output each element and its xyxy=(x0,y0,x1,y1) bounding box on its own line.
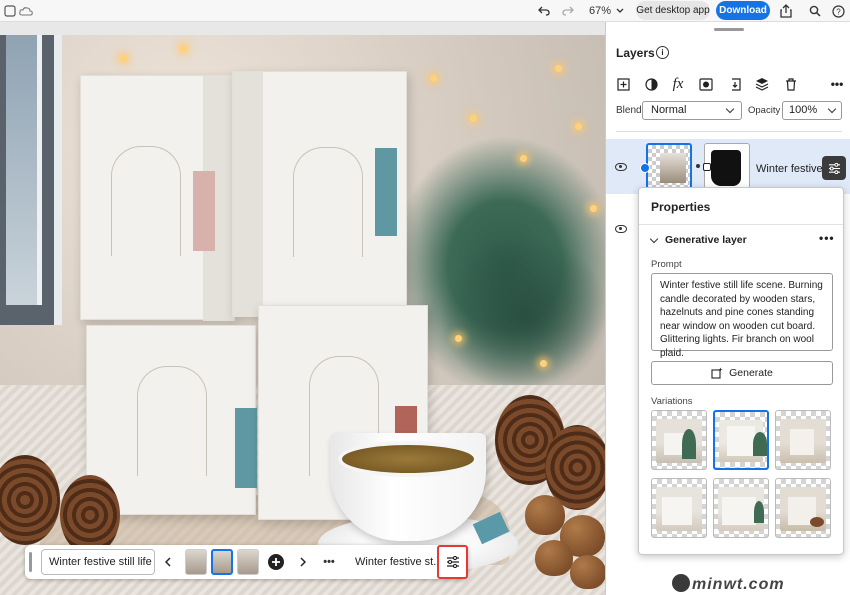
properties-popover: Properties Generative layer ••• Prompt W… xyxy=(638,187,844,555)
canvas-fir-branch-2 xyxy=(440,235,605,395)
watermark-logo-icon xyxy=(672,574,690,592)
share-icon[interactable] xyxy=(778,0,794,22)
layer-properties-button[interactable] xyxy=(822,156,846,180)
variation-thumbnail[interactable] xyxy=(237,549,259,575)
download-button[interactable]: Download xyxy=(716,1,770,20)
canvas-pine-cone xyxy=(60,475,120,555)
prompt-textarea[interactable]: Winter festive still life scene. Burning… xyxy=(651,273,833,359)
adjustment-icon[interactable] xyxy=(642,75,660,93)
canvas-tea xyxy=(338,441,478,477)
top-toolbar: 67% Get desktop app Download ? xyxy=(0,0,850,22)
variation-tile-4[interactable] xyxy=(651,478,707,538)
variation-tile-1[interactable] xyxy=(651,410,707,470)
section-more-button[interactable]: ••• xyxy=(819,231,835,245)
canvas-light xyxy=(575,123,582,130)
cloud-icon[interactable] xyxy=(18,0,34,22)
blend-label: Blend xyxy=(616,105,642,116)
next-variation-button[interactable] xyxy=(297,549,309,575)
undo-icon[interactable] xyxy=(536,0,552,22)
canvas-hazelnut xyxy=(525,495,565,535)
panel-more-button[interactable]: ••• xyxy=(828,75,846,93)
generative-layer-section[interactable]: Generative layer xyxy=(665,234,747,246)
help-icon[interactable]: ? xyxy=(830,0,846,22)
canvas-light xyxy=(520,155,527,162)
link-icon[interactable] xyxy=(696,164,700,168)
add-layer-icon[interactable] xyxy=(614,75,632,93)
mask-icon[interactable] xyxy=(697,75,715,93)
properties-title: Properties xyxy=(651,200,711,214)
canvas-tea-box xyxy=(232,71,407,317)
mask-link-icon xyxy=(703,163,711,171)
panel-drag-handle[interactable] xyxy=(714,28,744,31)
contextual-task-bar: Winter festive still life ... ••• Winter… xyxy=(25,545,468,579)
canvas-light xyxy=(540,360,547,367)
canvas-light xyxy=(590,205,597,212)
sliders-icon xyxy=(446,556,459,568)
generate-label: Generate xyxy=(729,367,773,379)
drag-handle[interactable] xyxy=(29,552,32,572)
layer-label: Winter festive st... xyxy=(355,556,443,568)
visibility-eye-icon[interactable] xyxy=(615,225,627,233)
zoom-dropdown-icon[interactable] xyxy=(614,0,626,22)
canvas-hazelnut xyxy=(570,555,605,589)
variation-tile-3[interactable] xyxy=(775,410,831,470)
chevron-down-icon[interactable] xyxy=(649,234,659,244)
layer-thumbnail[interactable] xyxy=(646,143,692,189)
document-canvas[interactable] xyxy=(0,35,605,595)
svg-text:?: ? xyxy=(836,7,841,16)
divider xyxy=(616,131,842,132)
search-icon[interactable] xyxy=(807,0,823,22)
opacity-label: Opacity xyxy=(748,105,781,116)
variations-label: Variations xyxy=(651,396,693,407)
sliders-icon xyxy=(828,162,840,174)
generative-badge-icon xyxy=(640,163,650,173)
opacity-input[interactable]: 100% xyxy=(782,101,842,120)
variation-tile-6[interactable] xyxy=(775,478,831,538)
canvas-light xyxy=(120,55,127,62)
prompt-label: Prompt xyxy=(651,259,682,270)
info-icon[interactable]: i xyxy=(656,46,669,59)
visibility-eye-icon[interactable] xyxy=(615,163,627,171)
delete-icon[interactable] xyxy=(782,75,800,93)
canvas-light xyxy=(180,45,187,52)
layer-settings-button[interactable] xyxy=(437,545,468,579)
stack-icon[interactable] xyxy=(753,75,771,93)
canvas-hazelnut xyxy=(535,540,573,576)
variation-thumbnail-selected[interactable] xyxy=(211,549,233,575)
canvas-window-scene xyxy=(0,35,62,325)
prompt-field[interactable]: Winter festive still life ... xyxy=(41,549,155,575)
previous-variation-button[interactable] xyxy=(162,549,174,575)
more-options-button[interactable]: ••• xyxy=(319,549,339,575)
import-icon[interactable] xyxy=(725,75,743,93)
divider xyxy=(639,224,843,225)
panel-title: Layers xyxy=(616,46,655,60)
canvas-light xyxy=(555,65,562,72)
app-logo-icon[interactable] xyxy=(3,0,17,22)
variation-tile-5[interactable] xyxy=(713,478,769,538)
variation-tile-2[interactable] xyxy=(713,410,769,470)
blend-mode-select[interactable]: Normal xyxy=(642,101,742,120)
add-variation-button[interactable] xyxy=(265,549,287,575)
zoom-level[interactable]: 67% xyxy=(588,0,612,22)
generate-sparkle-icon xyxy=(711,367,723,379)
redo-icon[interactable] xyxy=(560,0,576,22)
variation-thumbnail[interactable] xyxy=(185,549,207,575)
watermark-text: minwt.com xyxy=(692,576,785,593)
get-desktop-app-button[interactable]: Get desktop app xyxy=(636,1,710,20)
canvas-tea-box xyxy=(80,75,235,321)
fx-icon[interactable]: fx xyxy=(669,75,687,93)
canvas-light xyxy=(470,115,477,122)
canvas-light xyxy=(455,335,462,342)
generate-button[interactable]: Generate xyxy=(651,361,833,385)
canvas-light xyxy=(430,75,437,82)
